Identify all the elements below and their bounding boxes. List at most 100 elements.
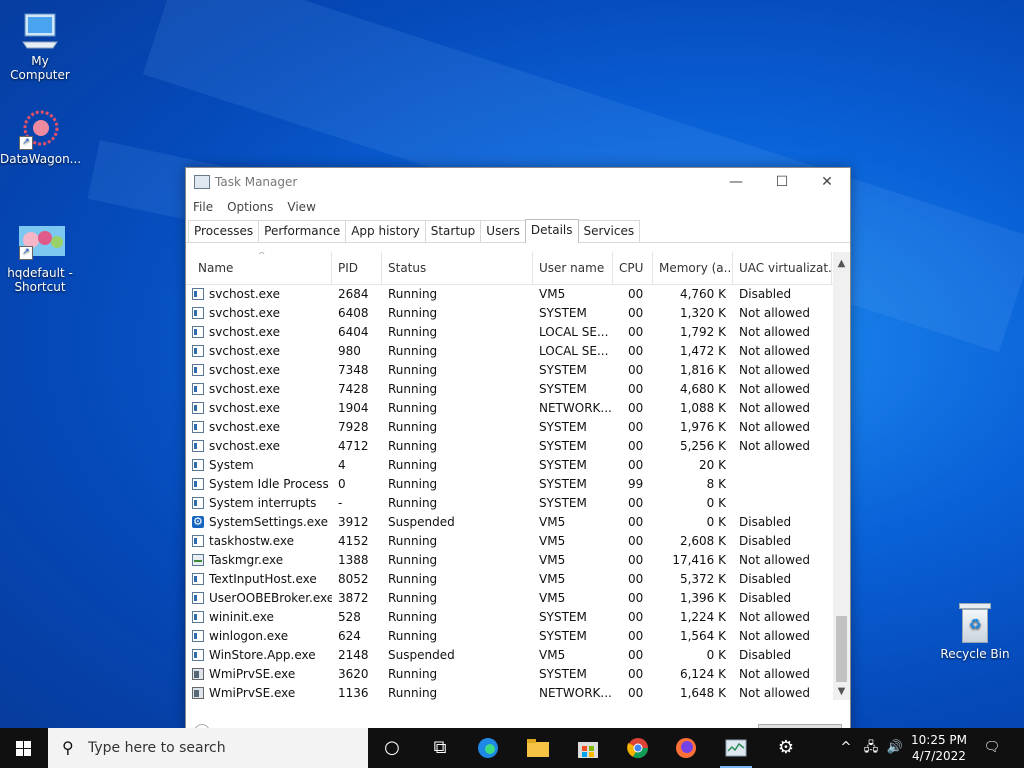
- network-icon[interactable]: 🖧: [860, 728, 882, 768]
- table-row[interactable]: svchost.exe 4712 Running SYSTEM 00 5,256 K Not…: [186, 437, 832, 456]
- task-view-icon[interactable]: ⧉: [416, 728, 464, 768]
- column-header-memory[interactable]: Memory (a...: [653, 252, 733, 284]
- table-row[interactable]: WmiPrvSE.exe 3620 Running SYSTEM 00 6,124 K No…: [186, 665, 832, 684]
- cell-status: Running: [388, 686, 438, 700]
- tab-users[interactable]: Users: [480, 220, 526, 242]
- desktop-icon-recycle-bin[interactable]: Recycle Bin: [938, 603, 1012, 661]
- table-row[interactable]: WmiPrvSE.exe 1136 Running NETWORK... 00 1,648…: [186, 684, 832, 703]
- table-row[interactable]: winlogon.exe 624 Running SYSTEM 00 1,564 K Not…: [186, 627, 832, 646]
- close-button[interactable]: ✕: [804, 168, 850, 196]
- table-row[interactable]: svchost.exe 7348 Running SYSTEM 00 1,816 K Not…: [186, 361, 832, 380]
- tab-services[interactable]: Services: [577, 220, 641, 242]
- column-header-cpu[interactable]: CPU: [613, 252, 653, 284]
- column-header-name[interactable]: Name ^: [192, 252, 332, 284]
- desktop-icon-datawagon[interactable]: ↗ DataWagon...: [0, 108, 81, 166]
- cell-user: VM5: [539, 553, 566, 567]
- table-row[interactable]: svchost.exe 980 Running LOCAL SE... 00 1,472 …: [186, 342, 832, 361]
- table-row[interactable]: WinStore.App.exe 2148 Suspended VM5 00 0 K Dis…: [186, 646, 832, 665]
- cell-name: svchost.exe: [209, 325, 280, 339]
- window-title: Task Manager: [215, 175, 298, 189]
- table-row[interactable]: SystemSettings.exe 3912 Suspended VM5 00 0 K D…: [186, 512, 832, 532]
- cell-cpu: 00: [628, 420, 644, 434]
- table-row[interactable]: svchost.exe 6404 Running LOCAL SE... 00 1,792…: [186, 323, 832, 342]
- file-explorer-icon[interactable]: [514, 728, 562, 768]
- cell-memory: 1,648 K: [679, 686, 726, 700]
- cell-name: Taskmgr.exe: [209, 553, 284, 567]
- datawagon-icon: ↗: [19, 108, 61, 150]
- show-hidden-icons[interactable]: ^: [838, 728, 854, 768]
- desktop-icon-hqdefault[interactable]: ↗ hqdefault - Shortcut: [0, 222, 80, 294]
- table-row[interactable]: svchost.exe 7428 Running SYSTEM 00 4,680 K Not…: [186, 380, 832, 399]
- column-header-status[interactable]: Status: [382, 252, 533, 284]
- cell-uac: Not allowed: [739, 629, 811, 643]
- table-row[interactable]: TextInputHost.exe 8052 Running VM5 00 5,372 K…: [186, 570, 832, 589]
- cell-user: VM5: [539, 515, 566, 529]
- windows-logo-icon: [16, 741, 31, 756]
- desktop-icon-my-computer[interactable]: My Computer: [0, 10, 80, 82]
- tab-performance[interactable]: Performance: [258, 220, 347, 242]
- table-row[interactable]: svchost.exe 7928 Running SYSTEM 00 1,976 K Not…: [186, 418, 832, 437]
- column-header-user[interactable]: User name: [533, 252, 613, 284]
- table-row[interactable]: svchost.exe 1904 Running NETWORK... 00 1,088 …: [186, 399, 832, 418]
- tab-processes[interactable]: Processes: [188, 220, 260, 242]
- cortana-icon[interactable]: ○: [368, 728, 416, 768]
- menu-file[interactable]: File: [192, 200, 221, 214]
- tab-startup[interactable]: Startup: [424, 220, 482, 242]
- scroll-down-icon[interactable]: ▼: [833, 683, 850, 700]
- task-manager-taskbar-icon[interactable]: [712, 728, 760, 768]
- tab-details[interactable]: Details: [524, 219, 579, 243]
- cell-cpu: 00: [628, 515, 644, 529]
- cell-uac: [733, 456, 832, 475]
- maximize-button[interactable]: ☐: [759, 168, 805, 196]
- scroll-up-icon[interactable]: ▲: [833, 255, 850, 272]
- microsoft-store-icon[interactable]: [564, 728, 612, 768]
- cell-user: SYSTEM: [539, 496, 587, 510]
- firefox-icon[interactable]: [662, 728, 710, 768]
- column-header-uac[interactable]: UAC virtualizat...: [733, 252, 832, 284]
- vertical-scrollbar[interactable]: ▲ ▼: [833, 252, 850, 700]
- cell-name: svchost.exe: [209, 287, 280, 301]
- start-button[interactable]: [0, 728, 48, 768]
- image-thumbnail-icon: ↗: [19, 222, 65, 264]
- cell-memory: 17,416 K: [672, 553, 726, 567]
- column-header-pid[interactable]: PID: [332, 252, 382, 284]
- cell-pid: 4: [338, 458, 346, 472]
- table-row[interactable]: taskhostw.exe 4152 Running VM5 00 2,608 K Disa…: [186, 532, 832, 551]
- title-bar[interactable]: Task Manager — ☐ ✕: [186, 168, 850, 196]
- tab-app-history[interactable]: App history: [345, 220, 426, 242]
- table-row[interactable]: System 4 Running SYSTEM 00 20 K: [186, 456, 832, 475]
- cell-uac: Not allowed: [739, 686, 811, 700]
- cell-cpu: 00: [628, 363, 644, 377]
- menu-options[interactable]: Options: [226, 200, 281, 214]
- cell-pid: 0: [338, 477, 346, 491]
- table-row[interactable]: System Idle Process 0 Running SYSTEM 99 8 K: [186, 475, 832, 494]
- cell-user: SYSTEM: [539, 420, 587, 434]
- menu-bar: File Options View: [186, 196, 850, 218]
- cell-memory: 4,760 K: [679, 287, 726, 301]
- minimize-button[interactable]: —: [713, 168, 759, 196]
- taskbar: ⚲ Type here to search ○ ⧉ ⚙ ^ 🖧 🔊 10:25 …: [0, 728, 1024, 768]
- cell-cpu: 00: [628, 306, 644, 320]
- taskbar-search-box[interactable]: ⚲ Type here to search: [48, 728, 368, 768]
- cell-name: svchost.exe: [209, 439, 280, 453]
- menu-view[interactable]: View: [286, 200, 323, 214]
- notifications-icon[interactable]: 🗨: [978, 728, 1006, 768]
- chrome-icon[interactable]: [614, 728, 662, 768]
- cell-name: UserOOBEBroker.exe: [209, 591, 332, 605]
- scrollbar-thumb[interactable]: [836, 616, 847, 682]
- cell-pid: 4152: [338, 534, 369, 548]
- settings-icon[interactable]: ⚙: [762, 728, 810, 768]
- table-row[interactable]: wininit.exe 528 Running SYSTEM 00 1,224 K Not …: [186, 608, 832, 627]
- table-row[interactable]: System interrupts - Running SYSTEM 00 0 K: [186, 494, 832, 513]
- table-row[interactable]: Taskmgr.exe 1388 Running VM5 00 17,416 K Not a…: [186, 551, 832, 570]
- edge-icon[interactable]: [464, 728, 512, 768]
- table-row[interactable]: svchost.exe 6408 Running SYSTEM 00 1,320 K Not…: [186, 304, 832, 323]
- cell-status: Running: [388, 325, 438, 339]
- cell-memory: 1,816 K: [679, 363, 726, 377]
- table-row[interactable]: UserOOBEBroker.exe 3872 Running VM5 00 1,396 …: [186, 589, 832, 608]
- search-icon: ⚲: [62, 738, 74, 757]
- system-clock[interactable]: 10:25 PM 4/7/2022: [900, 732, 978, 764]
- cell-user: VM5: [539, 534, 566, 548]
- cell-memory: 1,320 K: [679, 306, 726, 320]
- table-row[interactable]: svchost.exe 2684 Running VM5 00 4,760 K Disabl…: [186, 285, 832, 304]
